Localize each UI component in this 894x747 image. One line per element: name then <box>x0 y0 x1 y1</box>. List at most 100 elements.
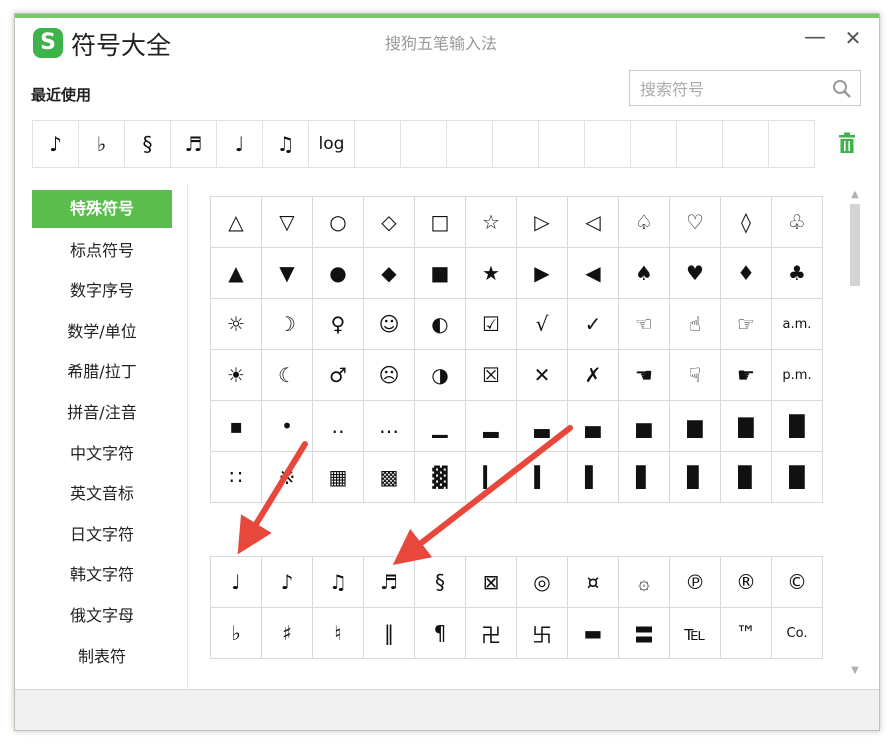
recent-symbol-cell[interactable] <box>493 121 539 167</box>
symbol-cell[interactable]: ▄ <box>568 401 619 452</box>
symbol-cell[interactable]: ▃ <box>517 401 568 452</box>
symbol-cell[interactable]: ☟ <box>670 350 721 401</box>
symbol-cell[interactable]: ℗ <box>670 557 721 608</box>
symbol-cell[interactable]: ▦ <box>313 452 364 503</box>
symbol-cell[interactable]: ☺ <box>364 299 415 350</box>
recent-symbol-cell[interactable]: ♩ <box>217 121 263 167</box>
category-item[interactable]: 数学/单位 <box>32 312 172 353</box>
symbol-cell[interactable]: ♀ <box>313 299 364 350</box>
recent-symbol-cell[interactable] <box>585 121 631 167</box>
symbol-cell[interactable]: ● <box>313 248 364 299</box>
symbol-cell[interactable]: … <box>364 401 415 452</box>
symbol-cell[interactable]: ☑ <box>466 299 517 350</box>
recent-symbol-cell[interactable]: ♬ <box>171 121 217 167</box>
symbol-cell[interactable]: ♂ <box>313 350 364 401</box>
symbol-cell[interactable]: √ <box>517 299 568 350</box>
vertical-scrollbar[interactable]: ▲ ▼ <box>847 190 863 676</box>
symbol-cell[interactable]: ▎ <box>466 452 517 503</box>
symbol-cell[interactable]: ¤ <box>568 557 619 608</box>
symbol-cell[interactable]: Co. <box>772 608 823 659</box>
symbol-cell[interactable]: © <box>772 557 823 608</box>
symbol-cell[interactable]: ※ <box>262 452 313 503</box>
symbol-cell[interactable]: ◆ <box>364 248 415 299</box>
symbol-cell[interactable]: p.m. <box>772 350 823 401</box>
category-item[interactable]: 标点符号 <box>32 231 172 272</box>
symbol-cell[interactable]: ♩ <box>211 557 262 608</box>
symbol-cell[interactable]: ◇ <box>364 197 415 248</box>
symbol-cell[interactable]: ◀ <box>568 248 619 299</box>
category-item[interactable]: 特殊符号 <box>32 190 172 228</box>
symbol-cell[interactable]: ♤ <box>619 197 670 248</box>
search-input[interactable] <box>630 71 838 107</box>
recent-symbol-cell[interactable]: log <box>309 121 355 167</box>
symbol-cell[interactable]: ▍ <box>517 452 568 503</box>
symbol-cell[interactable]: ☚ <box>619 350 670 401</box>
category-item[interactable]: 希腊/拉丁 <box>32 352 172 393</box>
category-item[interactable]: 日文字符 <box>32 515 172 556</box>
recent-symbol-cell[interactable] <box>447 121 493 167</box>
minimize-button[interactable]: — <box>803 26 827 50</box>
symbol-cell[interactable]: 卍 <box>466 608 517 659</box>
symbol-cell[interactable]: ☞ <box>721 299 772 350</box>
symbol-cell[interactable]: ☀ <box>211 350 262 401</box>
category-item[interactable]: 俄文字母 <box>32 596 172 637</box>
symbol-cell[interactable]: □ <box>415 197 466 248</box>
symbol-cell[interactable]: ▊ <box>670 452 721 503</box>
category-item[interactable]: 韩文字符 <box>32 555 172 596</box>
symbol-cell[interactable]: ▲ <box>211 248 262 299</box>
symbol-cell[interactable]: ▬ <box>568 608 619 659</box>
category-item[interactable]: 拼音/注音 <box>32 393 172 434</box>
recent-symbol-cell[interactable] <box>539 121 585 167</box>
symbol-cell[interactable]: ∷ <box>211 452 262 503</box>
symbol-cell[interactable]: ♡ <box>670 197 721 248</box>
recent-symbol-cell[interactable]: ♭ <box>79 121 125 167</box>
symbol-cell[interactable]: █ <box>772 452 823 503</box>
category-item[interactable]: 英文音标 <box>32 474 172 515</box>
symbol-cell[interactable]: ■ <box>415 248 466 299</box>
scroll-up-icon[interactable]: ▲ <box>850 190 860 200</box>
symbol-cell[interactable]: ▉ <box>721 452 772 503</box>
symbol-cell[interactable]: ▪ <box>211 401 262 452</box>
symbol-cell[interactable]: ✕ <box>517 350 568 401</box>
symbol-cell[interactable]: ▆ <box>670 401 721 452</box>
category-item[interactable]: 数字序号 <box>32 271 172 312</box>
symbol-cell[interactable]: ♠ <box>619 248 670 299</box>
symbol-cell[interactable]: ♯ <box>262 608 313 659</box>
symbol-cell[interactable]: ▶ <box>517 248 568 299</box>
scroll-thumb[interactable] <box>850 204 860 286</box>
symbol-cell[interactable]: ◊ <box>721 197 772 248</box>
symbol-cell[interactable]: ℡ <box>670 608 721 659</box>
symbol-cell[interactable]: ⊠ <box>466 557 517 608</box>
symbol-cell[interactable]: ☛ <box>721 350 772 401</box>
symbol-cell[interactable]: ♦ <box>721 248 772 299</box>
trash-icon[interactable] <box>837 132 857 154</box>
recent-symbol-cell[interactable]: ♪ <box>33 121 79 167</box>
symbol-cell[interactable]: ▼ <box>262 248 313 299</box>
symbol-cell[interactable]: ◎ <box>517 557 568 608</box>
recent-symbol-cell[interactable]: § <box>125 121 171 167</box>
recent-symbol-cell[interactable] <box>677 121 723 167</box>
symbol-cell[interactable]: ○ <box>313 197 364 248</box>
close-button[interactable]: ✕ <box>841 26 865 50</box>
symbol-cell[interactable]: ☝ <box>670 299 721 350</box>
symbol-cell[interactable]: ® <box>721 557 772 608</box>
symbol-cell[interactable]: ◐ <box>415 299 466 350</box>
symbol-cell[interactable]: ♬ <box>364 557 415 608</box>
symbol-cell[interactable]: ▂ <box>466 401 517 452</box>
symbol-cell[interactable]: ♫ <box>313 557 364 608</box>
symbol-cell[interactable]: ♥ <box>670 248 721 299</box>
symbol-cell[interactable]: ▷ <box>517 197 568 248</box>
symbol-cell[interactable]: △ <box>211 197 262 248</box>
symbol-cell[interactable]: ™ <box>721 608 772 659</box>
symbol-cell[interactable]: ♪ <box>262 557 313 608</box>
symbol-cell[interactable]: ▓ <box>415 452 466 503</box>
symbol-cell[interactable]: ♣ <box>772 248 823 299</box>
symbol-cell[interactable]: ♧ <box>772 197 823 248</box>
symbol-cell[interactable]: ▩ <box>364 452 415 503</box>
scroll-down-icon[interactable]: ▼ <box>850 666 860 676</box>
symbol-cell[interactable]: ✗ <box>568 350 619 401</box>
symbol-cell[interactable]: ☼ <box>211 299 262 350</box>
symbol-cell[interactable]: ▋ <box>619 452 670 503</box>
symbol-cell[interactable]: ♭ <box>211 608 262 659</box>
symbol-cell[interactable]: ▽ <box>262 197 313 248</box>
